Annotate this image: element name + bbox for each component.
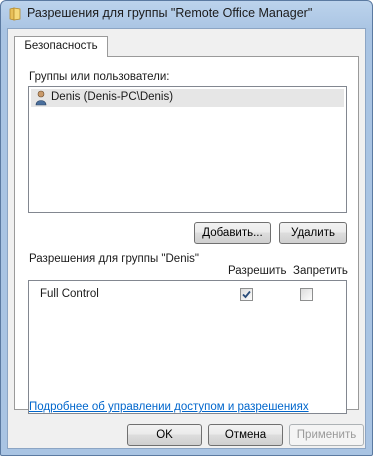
list-item-label: Denis (Denis-PC\Denis) (51, 91, 174, 103)
remove-button[interactable]: Удалить (279, 222, 347, 244)
list-item[interactable]: Denis (Denis-PC\Denis) (31, 89, 344, 107)
user-icon (35, 90, 47, 106)
permissions-list: Full Control (28, 280, 347, 414)
dialog-client-area: Безопасность Группы или пользователи: De… (7, 28, 366, 449)
checkmark-icon (242, 290, 251, 299)
allow-checkbox[interactable] (240, 288, 253, 301)
access-control-help-link[interactable]: Подробнее об управлении доступом и разре… (29, 401, 309, 413)
deny-checkbox[interactable] (300, 288, 313, 301)
folder-icon (9, 7, 21, 21)
permissions-label: Разрешения для группы "Denis" (29, 253, 199, 265)
dialog-window: Разрешения для группы "Remote Office Man… (0, 0, 373, 456)
tab-security[interactable]: Безопасность (14, 36, 108, 57)
add-button[interactable]: Добавить... (194, 222, 271, 244)
deny-column-header: Запретить (293, 265, 348, 277)
groups-label: Группы или пользователи: (29, 71, 170, 83)
permission-name: Full Control (40, 288, 99, 300)
ok-button[interactable]: OK (127, 424, 202, 446)
cancel-button[interactable]: Отмена (208, 424, 283, 446)
security-tab-panel: Группы или пользователи: Denis (Denis-PC… (14, 56, 359, 414)
title-bar[interactable]: Разрешения для группы "Remote Office Man… (1, 1, 372, 27)
apply-button[interactable]: Применить (289, 424, 364, 446)
allow-column-header: Разрешить (228, 265, 287, 277)
window-title: Разрешения для группы "Remote Office Man… (27, 6, 313, 20)
table-row: Full Control (29, 287, 346, 303)
groups-list[interactable]: Denis (Denis-PC\Denis) (28, 86, 347, 213)
